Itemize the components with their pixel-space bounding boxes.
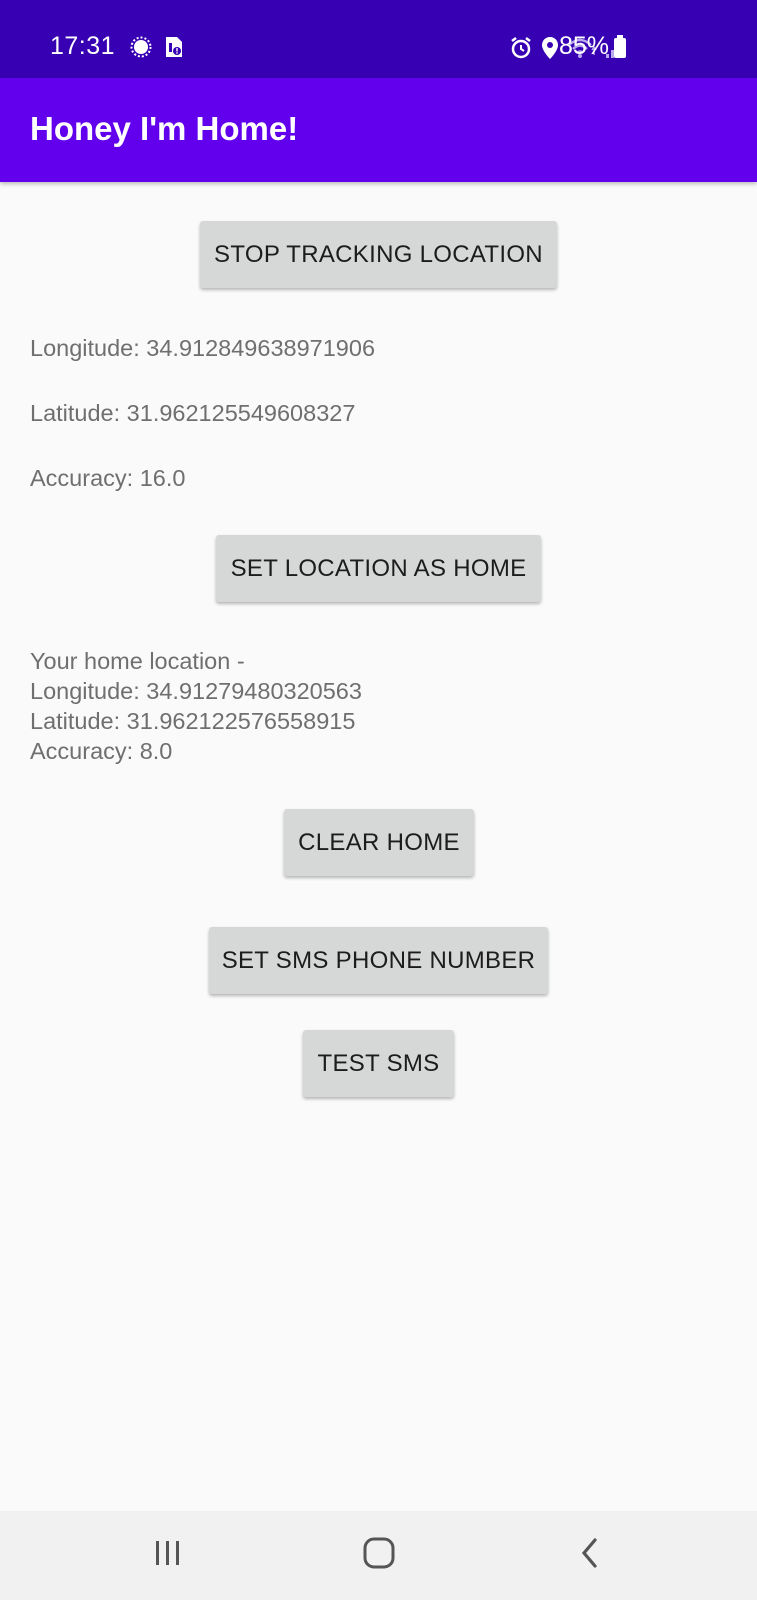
status-time: 17:31 bbox=[50, 32, 116, 60]
app-title: Honey I'm Home! bbox=[30, 110, 299, 147]
back-icon bbox=[579, 1537, 601, 1574]
current-longitude: Longitude: 34.912849638971906 bbox=[30, 335, 376, 361]
home-longitude: Longitude: 34.91279480320563 bbox=[30, 678, 362, 704]
home-accuracy: Accuracy: 8.0 bbox=[30, 738, 173, 764]
home-icon bbox=[362, 1536, 396, 1575]
home-location-heading: Your home location - bbox=[30, 648, 245, 674]
home-latitude: Latitude: 31.962122576558915 bbox=[30, 708, 356, 734]
stop-tracking-button[interactable]: STOP TRACKING LOCATION bbox=[200, 221, 557, 288]
status-bar: 17:31 85% bbox=[0, 0, 757, 78]
location-pin-icon bbox=[541, 36, 559, 65]
settings-gear-icon bbox=[130, 36, 152, 63]
battery-icon bbox=[614, 35, 626, 58]
set-location-as-home-button[interactable]: SET LOCATION AS HOME bbox=[216, 535, 541, 602]
set-sms-phone-number-button[interactable]: SET SMS PHONE NUMBER bbox=[209, 927, 548, 994]
home-button[interactable] bbox=[329, 1511, 429, 1600]
battery-percent: 85% bbox=[559, 32, 610, 60]
current-latitude: Latitude: 31.962125549608327 bbox=[30, 400, 356, 426]
alarm-icon bbox=[509, 36, 533, 65]
test-sms-button[interactable]: TEST SMS bbox=[303, 1030, 454, 1097]
recent-apps-icon bbox=[153, 1539, 183, 1572]
app-bar: Honey I'm Home! bbox=[0, 78, 757, 182]
clear-home-button[interactable]: CLEAR HOME bbox=[284, 809, 474, 876]
navigation-bar bbox=[0, 1511, 757, 1600]
sim-alert-icon bbox=[164, 36, 184, 63]
current-accuracy: Accuracy: 16.0 bbox=[30, 465, 186, 491]
recent-apps-button[interactable] bbox=[118, 1511, 218, 1600]
back-button[interactable] bbox=[540, 1511, 640, 1600]
